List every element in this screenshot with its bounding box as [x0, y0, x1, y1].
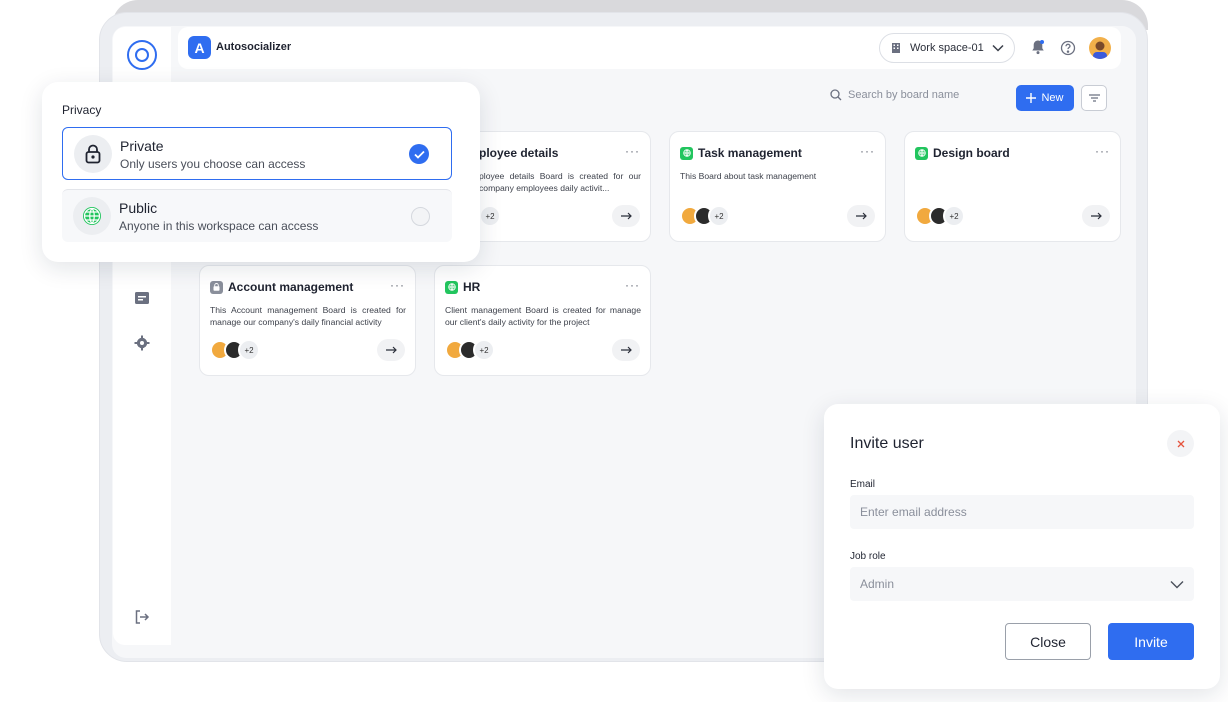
logo-icon[interactable] [127, 40, 157, 70]
member-count-badge: +2 [473, 339, 495, 361]
board-members: +2 [210, 339, 260, 361]
new-board-button[interactable]: New [1016, 85, 1074, 111]
privacy-option-private[interactable]: Private Only users you choose can access [62, 127, 452, 180]
app-logo-badge: A [188, 36, 211, 59]
open-board-arrow-icon[interactable] [612, 205, 640, 227]
option-subtitle: Anyone in this workspace can access [119, 219, 319, 233]
workspace-name: Work space-01 [910, 42, 984, 54]
notification-bell-icon[interactable] [1031, 39, 1045, 60]
radio-unchecked[interactable] [411, 207, 430, 226]
board-card-design-board[interactable]: Design board ··· +2 [904, 131, 1121, 242]
board-description [915, 170, 1111, 196]
open-board-arrow-icon[interactable] [1082, 205, 1110, 227]
board-title: HR [463, 280, 481, 294]
more-options-icon[interactable]: ··· [625, 144, 640, 158]
option-subtitle: Only users you choose can access [120, 157, 306, 171]
job-role-value: Admin [860, 577, 895, 591]
dialog-title: Invite user [850, 435, 924, 452]
lock-icon [74, 135, 112, 173]
member-count-badge: +2 [479, 205, 501, 227]
option-title: Public [119, 200, 158, 216]
board-search[interactable]: Search by board name [830, 89, 959, 101]
board-members: +2 [445, 339, 495, 361]
board-title: ployee details [479, 146, 559, 160]
board-card-account-management[interactable]: Account management ··· This Account mana… [199, 265, 416, 376]
more-options-icon[interactable]: ··· [1095, 144, 1110, 158]
member-count-badge: +2 [708, 205, 730, 227]
board-description: ployee details Board is created for our … [479, 171, 641, 193]
invite-user-dialog: Invite user Email Job role Admin Close I… [824, 404, 1220, 689]
chevron-down-icon [1170, 580, 1184, 588]
close-icon[interactable] [1167, 430, 1194, 457]
board-description: Client management Board is created for m… [445, 305, 641, 327]
privacy-popup: Privacy Private Only users you choose ca… [42, 82, 480, 262]
logout-icon[interactable] [133, 608, 151, 626]
board-card-hr[interactable]: HR ··· Client management Board is create… [434, 265, 651, 376]
plus-icon [1026, 93, 1037, 103]
help-icon[interactable] [1060, 40, 1076, 61]
board-title: Design board [933, 146, 1010, 160]
public-globe-icon [915, 146, 928, 160]
member-count-badge: +2 [943, 205, 965, 227]
search-placeholder: Search by board name [848, 89, 960, 101]
email-field[interactable] [850, 495, 1194, 529]
board-members: +2 [479, 205, 501, 227]
option-title: Private [120, 138, 164, 154]
board-title: Account management [228, 280, 354, 294]
documents-icon[interactable] [133, 289, 151, 307]
public-globe-icon [680, 146, 693, 160]
more-options-icon[interactable]: ··· [860, 144, 875, 158]
more-options-icon[interactable]: ··· [390, 278, 405, 292]
user-avatar[interactable] [1089, 37, 1111, 59]
invite-button[interactable]: Invite [1108, 623, 1194, 660]
checkmark-icon [409, 144, 429, 164]
open-board-arrow-icon[interactable] [847, 205, 875, 227]
filter-button[interactable] [1081, 85, 1107, 111]
new-board-label: New [1041, 92, 1064, 104]
search-icon [830, 89, 842, 101]
board-title: Task management [698, 146, 802, 160]
board-description: This Board about task management [680, 171, 817, 181]
job-role-select[interactable]: Admin [850, 567, 1194, 601]
more-options-icon[interactable]: ··· [625, 278, 640, 292]
job-role-label: Job role [850, 551, 886, 562]
open-board-arrow-icon[interactable] [377, 339, 405, 361]
email-label: Email [850, 479, 876, 490]
workspace-selector[interactable]: Work space-01 [879, 33, 1015, 63]
settings-gear-icon[interactable] [133, 334, 151, 352]
member-count-badge: +2 [238, 339, 260, 361]
chevron-down-icon [992, 44, 1004, 52]
privacy-option-public[interactable]: Public Anyone in this workspace can acce… [62, 189, 452, 242]
privacy-title: Privacy [62, 103, 102, 117]
board-description: This Account management Board is created… [210, 305, 406, 327]
board-card-task-management[interactable]: Task management ··· This Board about tas… [669, 131, 886, 242]
board-members: +2 [680, 205, 730, 227]
open-board-arrow-icon[interactable] [612, 339, 640, 361]
app-name: Autosocializer [216, 41, 292, 53]
building-icon [892, 43, 900, 53]
public-globe-icon [445, 280, 458, 294]
globe-icon [73, 197, 111, 235]
close-button[interactable]: Close [1005, 623, 1091, 660]
private-lock-icon [210, 280, 223, 294]
board-members: +2 [915, 205, 965, 227]
filter-icon [1088, 94, 1100, 102]
